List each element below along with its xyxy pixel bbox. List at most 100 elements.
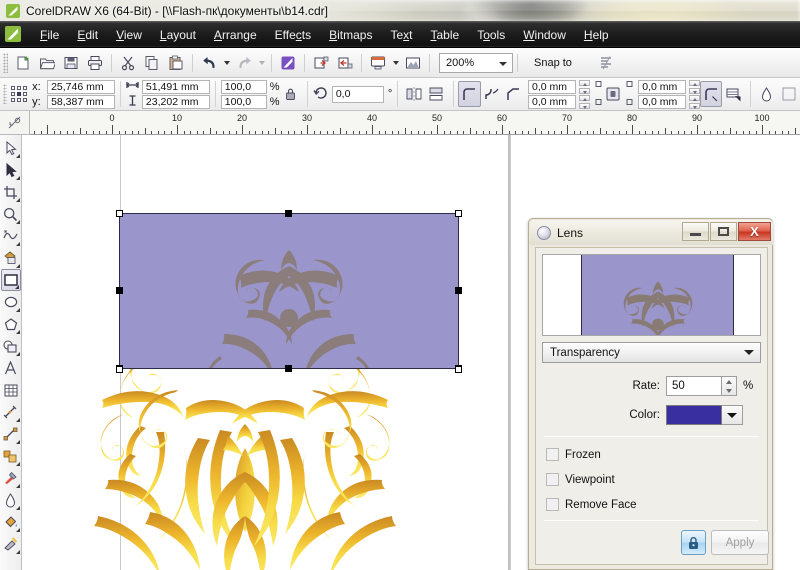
node-handle-bottom-left[interactable] — [116, 366, 123, 373]
flyout-arrow-icon[interactable] — [15, 528, 20, 532]
flyout-arrow-icon[interactable] — [15, 418, 20, 422]
flyout-arrow-icon[interactable] — [15, 440, 20, 444]
text-tool[interactable] — [1, 357, 21, 379]
width-field[interactable]: 51,491 mm — [141, 79, 210, 94]
ellipse-tool[interactable] — [1, 291, 21, 313]
outline-tool[interactable] — [1, 489, 21, 511]
selection-handle-mid-left[interactable] — [116, 287, 123, 294]
scale-horizontal-field[interactable]: 100,0 — [220, 79, 267, 94]
new-icon[interactable] — [11, 51, 35, 75]
color-dropdown-arrow[interactable] — [722, 405, 743, 425]
corner-radius-3-field[interactable]: 0,0 mm — [638, 79, 687, 94]
flyout-arrow-icon[interactable] — [15, 462, 20, 466]
maximize-button[interactable] — [710, 222, 737, 241]
basic-shapes-tool[interactable] — [1, 335, 21, 357]
anchor-cell[interactable] — [16, 98, 21, 102]
menu-view[interactable]: View — [107, 25, 151, 45]
flyout-arrow-icon[interactable] — [15, 242, 20, 246]
cut-icon[interactable] — [116, 51, 140, 75]
rate-spin-down[interactable] — [726, 388, 732, 393]
corner-radius-1-spinner[interactable] — [579, 79, 591, 94]
text-wrap-icon[interactable] — [778, 81, 800, 107]
menu-file[interactable]: File — [31, 25, 68, 45]
remove-face-checkbox-row[interactable]: Remove Face — [546, 498, 637, 511]
dimension-tool[interactable] — [1, 401, 21, 423]
redo-icon[interactable] — [232, 51, 256, 75]
rotation-angle-field[interactable]: 0,0 — [331, 85, 384, 103]
color-swatch[interactable] — [666, 405, 722, 425]
flyout-arrow-icon[interactable] — [15, 484, 20, 488]
color-eyedropper-tool[interactable] — [1, 467, 21, 489]
flyout-arrow-icon[interactable] — [15, 198, 20, 202]
interactive-fill-tool[interactable] — [1, 533, 21, 555]
anchor-cell[interactable] — [10, 86, 15, 90]
flyout-arrow-icon[interactable] — [15, 308, 20, 312]
menu-table[interactable]: Table — [422, 25, 469, 45]
redo-dropdown-arrow[interactable] — [256, 51, 267, 75]
menu-layout[interactable]: Layout — [151, 25, 205, 45]
ruler-origin-corner[interactable] — [0, 111, 30, 135]
chevron-down-icon[interactable] — [496, 57, 510, 69]
horizontal-ruler[interactable]: 0 10 20 30 40 50 60 70 80 90 100 — [30, 111, 800, 135]
spin-down[interactable] — [579, 102, 591, 109]
rectangle-tool[interactable] — [0, 269, 21, 291]
save-icon[interactable] — [59, 51, 83, 75]
undo-dropdown-arrow[interactable] — [221, 51, 232, 75]
application-launcher-icon[interactable] — [276, 51, 300, 75]
chamfer-corner-icon[interactable] — [503, 81, 525, 107]
import-icon[interactable] — [309, 51, 333, 75]
smart-fill-tool[interactable] — [1, 247, 21, 269]
shape-tool[interactable] — [1, 159, 21, 181]
rate-spin-up[interactable] — [726, 379, 732, 384]
node-handle-bottom-right[interactable] — [455, 366, 462, 373]
selection-handle-bottom-center[interactable] — [285, 365, 292, 372]
print-icon[interactable] — [83, 51, 107, 75]
publish-pdf-icon[interactable] — [366, 51, 390, 75]
mirror-horizontal-icon[interactable] — [403, 81, 425, 107]
spin-down[interactable] — [689, 102, 701, 109]
lock-icon[interactable] — [681, 530, 706, 555]
publish-dropdown-arrow[interactable] — [390, 51, 401, 75]
selection-handle-mid-right[interactable] — [455, 287, 462, 294]
flyout-arrow-icon[interactable] — [15, 550, 20, 554]
anchor-cell[interactable] — [10, 92, 15, 96]
corner-radius-4-field[interactable]: 0,0 mm — [638, 94, 687, 109]
undo-icon[interactable] — [197, 51, 221, 75]
lens-effect-type-dropdown[interactable]: Transparency — [542, 342, 761, 363]
menu-arrange[interactable]: Arrange — [205, 25, 266, 45]
flyout-arrow-icon[interactable] — [15, 506, 20, 510]
minimize-button[interactable] — [682, 222, 709, 241]
chevron-down-icon[interactable] — [744, 350, 754, 355]
export-icon[interactable] — [333, 51, 357, 75]
snap-to-dropdown[interactable]: Snap to — [532, 52, 594, 74]
anchor-cell[interactable] — [22, 92, 27, 96]
scallop-corner-icon[interactable] — [481, 81, 503, 107]
menu-tools[interactable]: Tools — [468, 25, 514, 45]
anchor-cell[interactable] — [16, 86, 21, 90]
corner-radius-2-field[interactable]: 0,0 mm — [528, 94, 577, 109]
blend-tool[interactable] — [1, 445, 21, 467]
zoom-level-combobox[interactable]: 200% — [439, 52, 513, 73]
wireframe-icon[interactable] — [722, 81, 744, 107]
crop-tool[interactable] — [1, 181, 21, 203]
flyout-arrow-icon[interactable] — [15, 264, 20, 268]
relative-corner-scaling-icon[interactable] — [700, 81, 723, 107]
polygon-tool[interactable] — [1, 313, 21, 335]
connector-tool[interactable] — [1, 423, 21, 445]
table-tool[interactable] — [1, 379, 21, 401]
spin-up[interactable] — [689, 94, 701, 101]
flyout-arrow-icon[interactable] — [15, 352, 20, 356]
frozen-checkbox[interactable] — [546, 448, 559, 461]
x-position-field[interactable]: 25,746 mm — [47, 79, 116, 94]
anchor-cell[interactable] — [22, 86, 27, 90]
spin-up[interactable] — [579, 94, 591, 101]
propbar-grip[interactable] — [3, 84, 8, 104]
corner-radius-4-spinner[interactable] — [689, 94, 701, 109]
flyout-arrow-icon[interactable] — [15, 154, 20, 158]
corner-radius-2-spinner[interactable] — [579, 94, 591, 109]
remove-face-checkbox[interactable] — [546, 498, 559, 511]
menu-bitmaps[interactable]: Bitmaps — [320, 25, 381, 45]
rate-input[interactable]: 50 — [666, 376, 722, 396]
spin-down[interactable] — [689, 87, 701, 94]
y-position-field[interactable]: 58,387 mm — [47, 94, 116, 109]
